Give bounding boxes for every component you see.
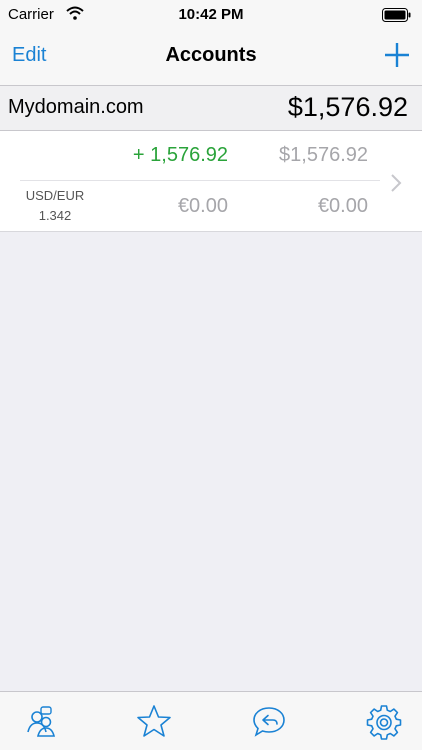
tab-contacts[interactable] xyxy=(20,702,60,742)
row-divider xyxy=(20,180,380,181)
plus-icon[interactable] xyxy=(384,42,410,68)
tab-messages[interactable] xyxy=(249,702,289,742)
status-time: 10:42 PM xyxy=(178,6,244,23)
currency-pair: USD/EUR xyxy=(25,188,85,203)
change-value: + 1,576.92 xyxy=(132,144,228,166)
account-row[interactable]: + 1,576.92 $1,576.92 USD/EUR 1.342 €0.00… xyxy=(0,131,422,232)
tab-bar xyxy=(0,691,422,750)
currency-rate: 1.342 xyxy=(38,208,72,223)
tab-settings[interactable] xyxy=(364,702,404,742)
chevron-right-icon[interactable] xyxy=(390,173,402,193)
section-total: $1,576.92 xyxy=(287,92,408,122)
status-bar: Carrier 10:42 PM xyxy=(0,0,422,30)
account-section-header: Mydomain.com $1,576.92 xyxy=(0,86,422,131)
battery-icon xyxy=(382,8,411,22)
reply-chat-icon xyxy=(253,707,285,737)
page-title: Accounts xyxy=(165,44,257,66)
star-icon xyxy=(137,705,171,737)
gear-icon xyxy=(366,705,402,740)
section-name: Mydomain.com xyxy=(8,96,144,118)
navigation-bar: Edit Accounts xyxy=(0,30,422,86)
eur-total: €0.00 xyxy=(317,195,368,217)
tab-favorites[interactable] xyxy=(134,702,174,742)
account-total: $1,576.92 xyxy=(279,144,368,166)
contacts-icon xyxy=(27,706,56,737)
eur-value: €0.00 xyxy=(177,195,228,217)
